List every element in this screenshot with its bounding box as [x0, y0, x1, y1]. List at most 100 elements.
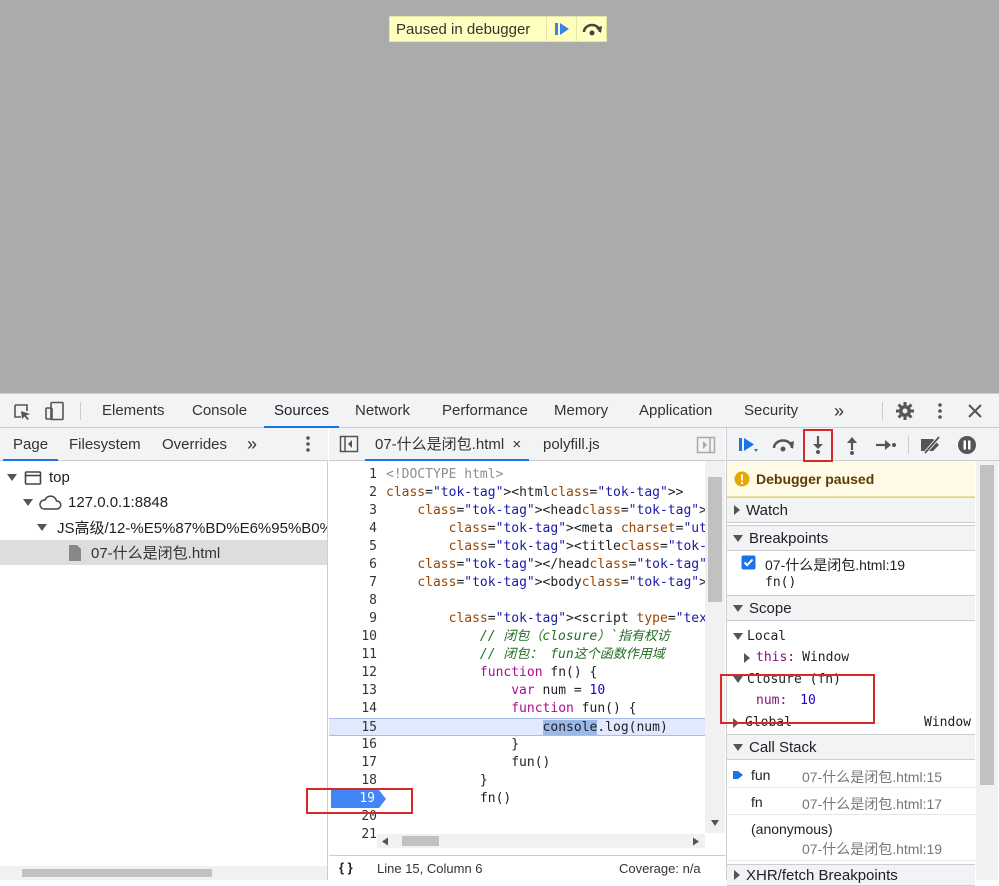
tree-item-folder[interactable]: JS高级/12-%E5%87%BD%E6%95%B0%	[0, 515, 327, 540]
code-line[interactable]: 7 class="tok-tag"><bodyclass="tok-tag">>	[329, 574, 705, 592]
scope-global-value: Window	[924, 715, 971, 730]
editor-horizontal-scrollbar[interactable]	[377, 834, 705, 848]
code-line[interactable]: 6 class="tok-tag"></headclass="tok-tag">…	[329, 556, 705, 574]
line-number[interactable]: 22	[329, 844, 377, 846]
nav-tab-page[interactable]: Page	[2, 428, 59, 461]
line-number[interactable]: 2	[329, 484, 377, 502]
scroll-right-arrow-icon[interactable]	[692, 837, 700, 846]
line-number[interactable]: 6	[329, 556, 377, 574]
resume-button[interactable]	[735, 432, 761, 458]
nav-tab-overrides[interactable]: Overrides	[162, 428, 227, 461]
resume-button[interactable]	[546, 17, 576, 41]
tab-security[interactable]: Security	[744, 394, 798, 428]
code-line[interactable]: 11 // 闭包： fun这个函数作用域	[329, 646, 705, 664]
code-line[interactable]: 10 // 闭包（closure）`指有权访	[329, 628, 705, 646]
line-number[interactable]: 11	[329, 646, 377, 664]
code-line-execution[interactable]: 15 console.log(num)	[329, 718, 705, 736]
customize-menu-button[interactable]	[931, 402, 949, 423]
inspect-element-button[interactable]	[12, 402, 32, 425]
tree-item-file[interactable]: 07-什么是闭包.html	[0, 540, 327, 565]
section-scope[interactable]: Scope	[727, 595, 975, 621]
tab-elements[interactable]: Elements	[102, 394, 165, 428]
close-devtools-button[interactable]	[966, 402, 984, 423]
section-breakpoints[interactable]: Breakpoints	[727, 525, 975, 551]
nav-tab-filesystem[interactable]: Filesystem	[69, 428, 141, 461]
line-number[interactable]: 21	[329, 826, 377, 844]
debugger-vertical-scrollbar[interactable]	[976, 461, 998, 880]
line-number[interactable]: 5	[329, 538, 377, 556]
checkbox-checked-icon[interactable]	[741, 555, 756, 570]
code-line[interactable]: 12 function fn() {	[329, 664, 705, 682]
line-number[interactable]: 12	[329, 664, 377, 682]
scrollbar-thumb[interactable]	[980, 465, 994, 785]
call-frame[interactable]: fn 07-什么是闭包.html:17	[727, 788, 975, 815]
scope-local[interactable]: Local	[733, 629, 786, 644]
nav-horizontal-scrollbar[interactable]	[0, 866, 327, 880]
line-number[interactable]: 14	[329, 700, 377, 718]
editor-tab-file[interactable]: 07-什么是闭包.html ×	[364, 428, 530, 461]
step-button[interactable]	[873, 432, 899, 458]
nav-menu-button[interactable]	[299, 435, 317, 456]
section-call-stack[interactable]: Call Stack	[727, 734, 975, 760]
scroll-down-arrow-icon[interactable]	[710, 819, 720, 827]
line-number[interactable]: 15	[329, 719, 377, 735]
tab-application[interactable]: Application	[639, 394, 712, 428]
step-out-button[interactable]	[839, 432, 865, 458]
tab-memory[interactable]: Memory	[554, 394, 608, 428]
line-number[interactable]: 10	[329, 628, 377, 646]
section-xhr-breakpoints[interactable]: XHR/fetch Breakpoints	[727, 864, 975, 886]
pretty-print-button[interactable]: { }	[339, 860, 353, 875]
code-line[interactable]: 4 class="tok-tag"><meta charset="utf-8"c…	[329, 520, 705, 538]
editor-vertical-scrollbar[interactable]	[705, 461, 725, 833]
scrollbar-thumb[interactable]	[22, 869, 212, 877]
scrollbar-thumb[interactable]	[708, 477, 722, 602]
pause-on-exceptions-button[interactable]	[954, 432, 980, 458]
code-line[interactable]: 14 function fun() {	[329, 700, 705, 718]
section-label: Call Stack	[749, 738, 817, 756]
line-number[interactable]: 7	[329, 574, 377, 592]
line-number[interactable]: 8	[329, 592, 377, 610]
deactivate-breakpoints-button[interactable]	[918, 432, 944, 458]
line-number[interactable]: 16	[329, 736, 377, 754]
step-over-button[interactable]	[770, 432, 796, 458]
toggle-debugger-button[interactable]	[696, 436, 716, 457]
gear-icon	[896, 402, 914, 420]
tab-performance[interactable]: Performance	[442, 394, 528, 428]
scrollbar-thumb[interactable]	[402, 836, 439, 846]
line-number[interactable]: 3	[329, 502, 377, 520]
settings-button[interactable]	[895, 401, 915, 424]
tab-sources[interactable]: Sources	[263, 394, 340, 428]
code-line[interactable]: 8	[329, 592, 705, 610]
editor-tab-polyfill[interactable]: polyfill.js	[543, 428, 600, 461]
code-line[interactable]: 17 fun()	[329, 754, 705, 772]
code-line[interactable]: 2 class="tok-tag"><htmlclass="tok-tag">>	[329, 484, 705, 502]
step-over-button[interactable]	[576, 17, 606, 41]
resume-icon	[739, 438, 758, 452]
code-line[interactable]: 9 class="tok-tag"><script type="text/jav…	[329, 610, 705, 628]
device-toolbar-button[interactable]	[44, 401, 66, 424]
line-number[interactable]: 4	[329, 520, 377, 538]
more-tabs-button[interactable]: »	[834, 394, 844, 428]
code-line[interactable]: 1 <!DOCTYPE html>	[329, 466, 705, 484]
section-watch[interactable]: Watch	[727, 497, 975, 523]
line-number[interactable]: 1	[329, 466, 377, 484]
breakpoint-item[interactable]: 07-什么是闭包.html:19 fn()	[727, 551, 975, 595]
scroll-left-arrow-icon[interactable]	[381, 837, 389, 846]
line-number[interactable]: 17	[329, 754, 377, 772]
code-line[interactable]: 16 }	[329, 736, 705, 754]
line-number[interactable]: 9	[329, 610, 377, 628]
call-frame[interactable]: (anonymous) 07-什么是闭包.html:19	[727, 815, 975, 861]
close-tab-button[interactable]: ×	[512, 436, 521, 453]
toggle-navigator-button[interactable]	[339, 435, 359, 456]
code-line[interactable]: 5 class="tok-tag"><titleclass="tok-tag">…	[329, 538, 705, 556]
code-line[interactable]: 3 class="tok-tag"><headclass="tok-tag">>	[329, 502, 705, 520]
tree-item-host[interactable]: 127.0.0.1:8848	[0, 490, 327, 515]
code-line[interactable]: 13 var num = 10	[329, 682, 705, 700]
tab-console[interactable]: Console	[192, 394, 247, 428]
line-number[interactable]: 13	[329, 682, 377, 700]
tree-item-top[interactable]: top	[0, 465, 327, 490]
call-frame[interactable]: fun 07-什么是闭包.html:15	[727, 761, 975, 788]
scope-this-row[interactable]: this: Window	[744, 650, 849, 665]
nav-more-button[interactable]: »	[247, 428, 257, 461]
tab-network[interactable]: Network	[355, 394, 410, 428]
